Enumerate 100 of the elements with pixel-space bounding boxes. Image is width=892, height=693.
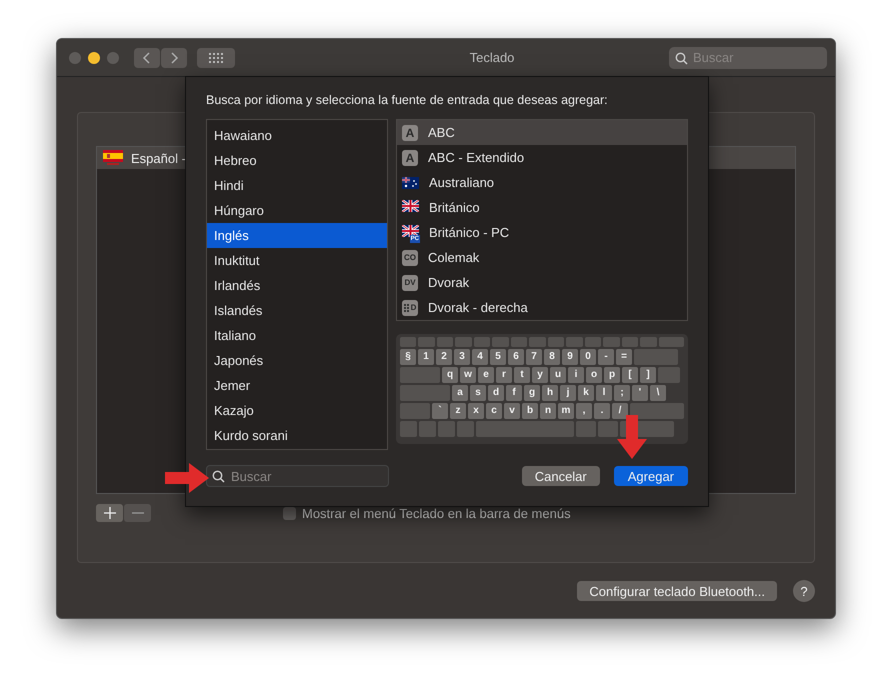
layout-icon: A [402,150,418,166]
keyboard-key: j [560,385,576,401]
keyboard-key: 8 [544,349,560,365]
keyboard-key: m [558,403,574,419]
minimize-button[interactable] [88,52,100,64]
grid-icon [209,52,223,62]
keyboard-key: p [604,367,620,383]
back-button[interactable] [134,48,160,68]
language-item[interactable]: Inuktitut [207,248,387,273]
keyboard-key [598,421,618,437]
keyboard-key: 7 [526,349,542,365]
keyboard-key: 6 [508,349,524,365]
language-item[interactable]: Kazajo [207,398,387,423]
keyboard-key [634,349,678,365]
keyboard-key: / [612,403,628,419]
keyboard-key [658,367,680,383]
language-item[interactable]: Húngaro [207,198,387,223]
keyboard-key: = [616,349,632,365]
keyboard-key: x [468,403,484,419]
keyboard-key: a [452,385,468,401]
keyboard-key [400,367,440,383]
keyboard-key: § [400,349,416,365]
checkbox[interactable] [283,506,296,520]
language-item[interactable]: Hawaiano [207,123,387,148]
keyboard-key: ; [614,385,630,401]
layout-item[interactable]: Británico [397,195,687,220]
keyboard-key: h [542,385,558,401]
language-item[interactable]: Hindi [207,173,387,198]
keyboard-key: t [514,367,530,383]
keyboard-key: ` [432,403,448,419]
keyboard-key: ' [632,385,648,401]
layout-item[interactable]: DV Dvorak [397,270,687,295]
keyboard-key: 9 [562,349,578,365]
keyboard-key: 1 [418,349,434,365]
layout-item[interactable]: A ABC - Extendido [397,145,687,170]
keyboard-key: \ [650,385,666,401]
language-item[interactable]: Irlandés [207,273,387,298]
arrow-icon [617,415,647,459]
keyboard-key: d [488,385,504,401]
bluetooth-setup-button[interactable]: Configurar teclado Bluetooth... [577,581,777,601]
checkbox-label: Mostrar el menú Teclado en la barra de menús [302,506,571,520]
language-item[interactable]: Hebreo [207,148,387,173]
keyboard-key: r [496,367,512,383]
keyboard-key [400,403,430,419]
keyboard-key: u [550,367,566,383]
keyboard-key [584,337,602,347]
keyboard-key [603,337,620,347]
remove-button[interactable] [124,504,151,522]
keyboard-key [658,337,684,347]
keyboard-key: 2 [436,349,452,365]
language-item[interactable]: Inglés [207,223,387,248]
keyboard-key: w [460,367,476,383]
layout-item[interactable]: D Dvorak - derecha [397,295,687,320]
keyboard-key: 3 [454,349,470,365]
keyboard-key: n [540,403,556,419]
layout-item[interactable]: CO Colemak [397,245,687,270]
keyboard-key [436,337,454,347]
search-field[interactable]: Buscar [206,465,389,487]
language-item[interactable]: Kurdo sorani [207,423,387,448]
forward-icon [169,50,179,64]
search-icon [675,52,688,64]
keyboard-key [630,403,684,419]
add-button[interactable]: Agregar [614,466,688,486]
keyboard-key: s [470,385,486,401]
layout-item[interactable]: Australiano [397,170,687,195]
keyboard-key: , [576,403,592,419]
keyboard-key [640,337,657,347]
keyboard-key [622,337,638,347]
search-icon [212,470,225,483]
cancel-button[interactable]: Cancelar [522,466,600,486]
keyboard-key: 0 [580,349,596,365]
help-button[interactable]: ? [793,580,815,602]
keyboard-key [400,337,416,347]
language-item[interactable]: Italiano [207,323,387,348]
show-all-button[interactable] [197,48,235,68]
language-item[interactable]: Jemer [207,373,387,398]
keyboard-key: v [504,403,520,419]
keyboard-key: g [524,385,540,401]
arrow-icon [165,463,209,493]
keyboard-key [529,337,546,347]
language-item[interactable]: Islandés [207,298,387,323]
keyboard-key: f [506,385,522,401]
flag-icon [103,150,123,166]
language-item[interactable]: Japonés [207,348,387,373]
keyboard-key: e [478,367,494,383]
keyboard-key [419,421,436,437]
keyboard-key: z [450,403,466,419]
keyboard-key: i [568,367,584,383]
keyboard-key: k [578,385,594,401]
keyboard-key [455,337,472,347]
keyboard-key [474,337,490,347]
add-button[interactable] [96,504,123,522]
layout-item[interactable]: A ABC [397,120,687,145]
layout-icon: D [402,300,418,316]
layout-icon: A [402,124,418,140]
keyboard-key: 5 [490,349,506,365]
back-icon [142,50,152,64]
forward-button[interactable] [161,48,187,68]
flag-icon [402,176,419,188]
keyboard-key: 4 [472,349,488,365]
